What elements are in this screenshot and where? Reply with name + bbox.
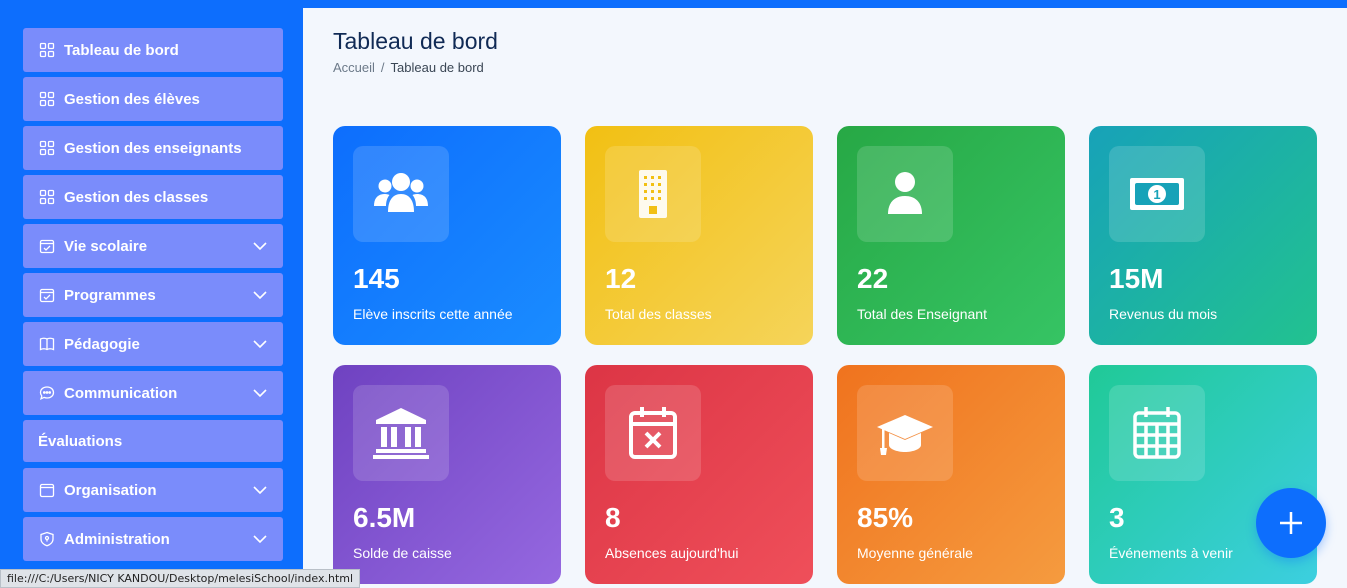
stat-label: Elève inscrits cette année <box>353 306 513 322</box>
stat-card-students[interactable]: 145 Elève inscrits cette année <box>333 126 561 345</box>
sidebar-item-label: Tableau de bord <box>64 41 179 59</box>
sidebar-item-evaluations[interactable]: Évaluations <box>23 420 283 462</box>
sidebar-item-label: Vie scolaire <box>64 237 148 255</box>
sidebar-item-classes[interactable]: Gestion des classes <box>23 175 283 219</box>
sidebar-item-administration[interactable]: Administration <box>23 517 283 561</box>
stat-card-average[interactable]: 85% Moyenne générale <box>837 365 1065 584</box>
top-accent-bar <box>0 0 1347 8</box>
browser-status-bar: file:///C:/Users/NICY KANDOU/Desktop/mel… <box>0 569 361 588</box>
stat-value: 3 <box>1109 502 1125 533</box>
plus-icon <box>1280 512 1302 534</box>
grid-icon <box>38 188 56 206</box>
sidebar-item-label: Évaluations <box>38 432 123 450</box>
breadcrumb-separator: / <box>380 60 385 75</box>
add-button[interactable] <box>1256 488 1326 558</box>
calendar-icon <box>38 481 56 499</box>
sidebar: Tableau de bord Gestion des élèves Gesti… <box>0 8 303 588</box>
shield-icon <box>38 530 56 548</box>
bank-icon <box>353 385 449 481</box>
chevron-down-icon[interactable] <box>252 287 268 303</box>
calendar-grid-icon <box>1109 385 1205 481</box>
sidebar-item-students[interactable]: Gestion des élèves <box>23 77 283 121</box>
calendar-check-icon <box>38 237 56 255</box>
chevron-down-icon[interactable] <box>252 336 268 352</box>
breadcrumb-home-link[interactable]: Accueil <box>333 60 375 75</box>
grid-icon <box>38 41 56 59</box>
chevron-down-icon[interactable] <box>252 482 268 498</box>
stat-value: 15M <box>1109 263 1164 294</box>
stat-label: Moyenne générale <box>857 545 973 561</box>
stat-label: Événements à venir <box>1109 545 1233 561</box>
sidebar-item-label: Pédagogie <box>64 335 140 353</box>
building-icon <box>605 146 701 242</box>
stat-label: Revenus du mois <box>1109 306 1218 322</box>
stat-label: Total des classes <box>605 306 712 322</box>
sidebar-item-vie-scolaire[interactable]: Vie scolaire <box>23 224 283 268</box>
stat-value: 12 <box>605 263 637 294</box>
stat-card-classes[interactable]: 12 Total des classes <box>585 126 813 345</box>
users-icon <box>353 146 449 242</box>
sidebar-item-label: Gestion des classes <box>64 188 209 206</box>
stat-label: Absences aujourd'hui <box>605 545 739 561</box>
sidebar-item-label: Organisation <box>64 481 157 499</box>
sidebar-item-communication[interactable]: Communication <box>23 371 283 415</box>
chevron-down-icon[interactable] <box>252 385 268 401</box>
stat-card-absences[interactable]: 8 Absences aujourd'hui <box>585 365 813 584</box>
money-icon: 1 <box>1109 146 1205 242</box>
chevron-down-icon[interactable] <box>252 531 268 547</box>
chevron-down-icon[interactable] <box>252 238 268 254</box>
sidebar-item-pedagogie[interactable]: Pédagogie <box>23 322 283 366</box>
book-icon <box>38 335 56 353</box>
sidebar-item-label: Communication <box>64 384 178 402</box>
calendar-x-icon <box>605 385 701 481</box>
sidebar-item-dashboard[interactable]: Tableau de bord <box>23 28 283 72</box>
calendar-check-icon <box>38 286 56 304</box>
svg-text:1: 1 <box>1153 187 1160 202</box>
person-icon <box>857 146 953 242</box>
page-title: Tableau de bord <box>333 28 498 54</box>
stat-card-teachers[interactable]: 22 Total des Enseignant <box>837 126 1065 345</box>
stat-card-revenue[interactable]: 1 15M Revenus du mois <box>1089 126 1317 345</box>
grid-icon <box>38 90 56 108</box>
stat-label: Total des Enseignant <box>857 306 987 322</box>
main-content: Tableau de bord Accueil / Tableau de bor… <box>303 8 1347 588</box>
sidebar-item-label: Gestion des élèves <box>64 90 200 108</box>
sidebar-item-label: Administration <box>64 530 170 548</box>
breadcrumb: Accueil / Tableau de bord <box>333 60 484 75</box>
sidebar-item-teachers[interactable]: Gestion des enseignants <box>23 126 283 170</box>
stat-value: 85% <box>857 502 914 533</box>
breadcrumb-current: Tableau de bord <box>390 60 484 75</box>
sidebar-item-label: Programmes <box>64 286 156 304</box>
sidebar-item-label: Gestion des enseignants <box>64 139 242 157</box>
sidebar-item-organisation[interactable]: Organisation <box>23 468 283 512</box>
sidebar-item-programmes[interactable]: Programmes <box>23 273 283 317</box>
stat-value: 8 <box>605 502 621 533</box>
graduation-cap-icon <box>857 385 953 481</box>
chat-icon <box>38 384 56 402</box>
stat-card-cash-balance[interactable]: 6.5M Solde de caisse <box>333 365 561 584</box>
stat-label: Solde de caisse <box>353 545 452 561</box>
stat-value: 145 <box>353 263 400 294</box>
stat-value: 22 <box>857 263 889 294</box>
grid-icon <box>38 139 56 157</box>
stat-value: 6.5M <box>353 502 416 533</box>
